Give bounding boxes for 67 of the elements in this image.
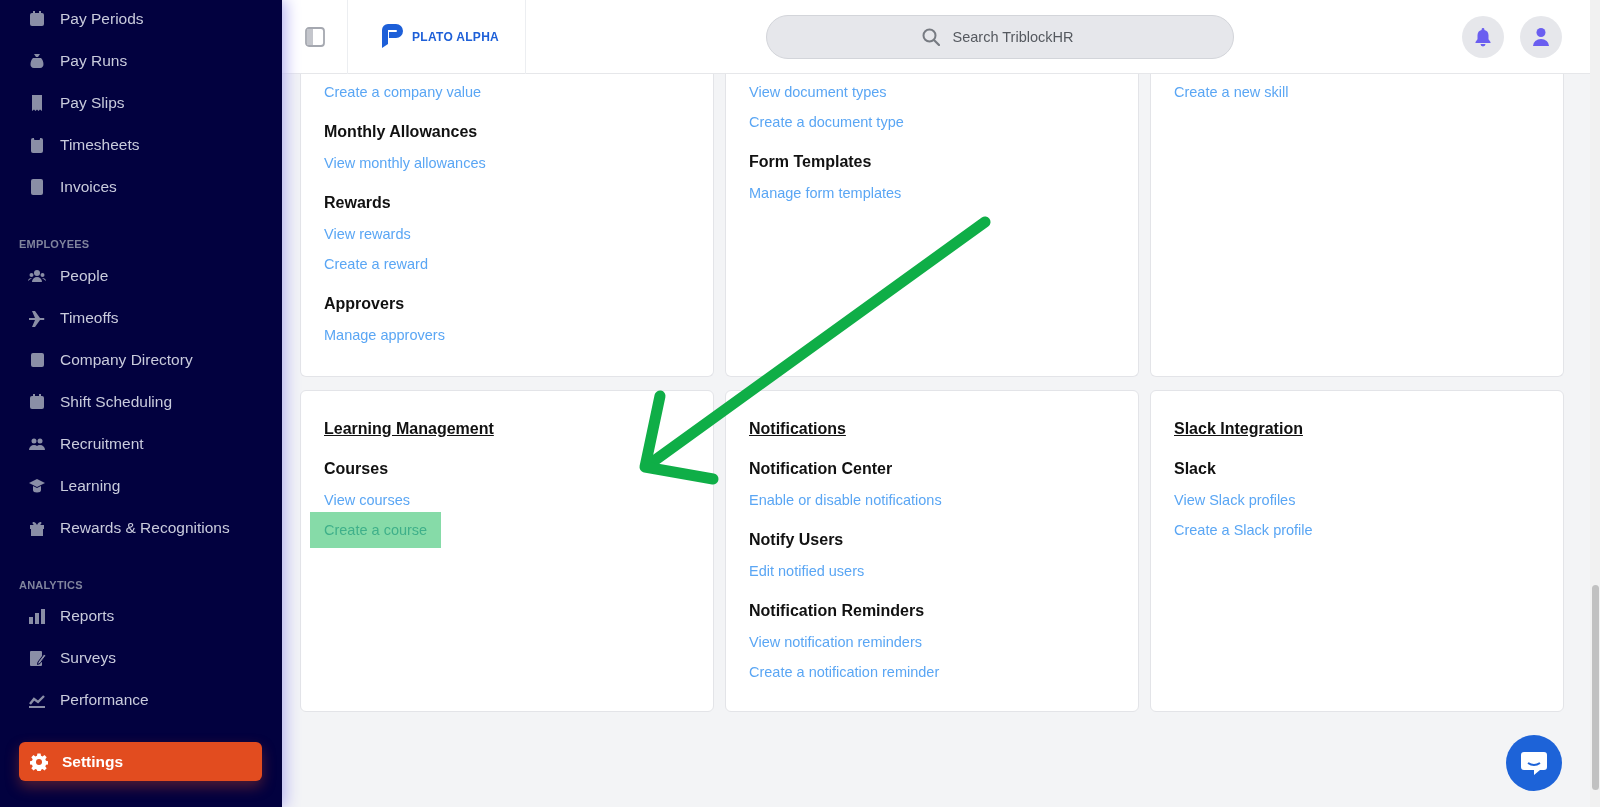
settings-item[interactable]: Settings [19, 742, 262, 781]
chat-icon [1520, 750, 1548, 776]
settings-link[interactable]: Create a notification reminder [749, 657, 940, 687]
settings-link[interactable]: View rewards [324, 219, 411, 249]
card-title: Notifications [749, 419, 846, 439]
sidebar-item[interactable]: Pay Runs [0, 40, 282, 82]
sidebar-item[interactable]: Recruitment [0, 422, 282, 465]
settings-link[interactable]: View Slack profiles [1174, 485, 1296, 515]
section-label: ANALYTICS [18, 577, 84, 593]
section-heading: Slack [1174, 459, 1217, 479]
sidebar-item[interactable]: Pay Periods [0, 0, 282, 40]
calendar-icon [28, 10, 46, 28]
section-label: EMPLOYEES [18, 237, 91, 252]
settings-link[interactable]: Create a Slack profile [1174, 515, 1313, 545]
notifications-button[interactable] [1462, 15, 1504, 58]
graduation-cap-icon [28, 476, 46, 495]
settings-link[interactable]: Manage form templates [749, 178, 902, 208]
bar-chart-icon [28, 607, 46, 625]
search-field[interactable]: Search TriblockHR [766, 14, 1234, 59]
sidebar-item[interactable]: Company Directory [0, 338, 282, 381]
chat-button[interactable] [1506, 735, 1562, 791]
sidebar-item[interactable]: Invoices [0, 166, 282, 208]
user-icon [1532, 26, 1550, 47]
logo-text: PLATO ALPHA [412, 28, 500, 46]
sidebar-item[interactable]: Timesheets [0, 124, 282, 166]
sidebar-item[interactable]: People [0, 254, 282, 297]
settings-link[interactable]: View monthly allowances [324, 148, 486, 178]
section-heading: Notification Center [749, 459, 894, 479]
settings-link[interactable]: Create a document type [749, 107, 904, 137]
settings-link[interactable]: Enable or disable notifications [749, 485, 942, 515]
search-icon [922, 27, 940, 46]
scrollbar[interactable] [1590, 0, 1600, 807]
sidebar-item[interactable]: Timeoffs [0, 296, 282, 339]
section-heading: Notify Users [749, 530, 845, 550]
section-heading: Monthly Allowances [324, 122, 479, 142]
settings-link[interactable]: View courses [324, 485, 410, 515]
user-button[interactable] [1520, 15, 1562, 58]
settings-link[interactable]: Create a company value [324, 77, 482, 107]
pencil-document-icon [28, 649, 46, 667]
bell-icon [1474, 26, 1492, 47]
settings-link[interactable]: Create a new skill [1174, 77, 1289, 107]
sidebar-item[interactable]: Surveys [0, 637, 282, 679]
section-heading: Form Templates [749, 152, 873, 172]
section-heading: Notification Reminders [749, 601, 926, 621]
settings-link[interactable]: Create a reward [324, 249, 428, 279]
section-heading: Rewards [324, 193, 392, 213]
calendar-icon [28, 392, 46, 411]
settings-link[interactable]: View document types [749, 77, 887, 107]
sidebar-item[interactable]: Shift Scheduling [0, 380, 282, 423]
clipboard-icon [28, 136, 46, 154]
settings-link[interactable]: Create a course [310, 512, 442, 548]
sidebar-item[interactable]: Pay Slips [0, 82, 282, 124]
card-title: Learning Management [324, 419, 494, 439]
sidebar-toggle-icon[interactable] [304, 26, 325, 47]
card-title: Slack Integration [1174, 419, 1303, 439]
sidebar-item[interactable]: Learning [0, 464, 282, 507]
sidebar-item[interactable]: Performance [0, 679, 282, 721]
settings-link[interactable]: View notification reminders [749, 627, 922, 657]
money-bag-icon [28, 52, 46, 70]
sidebar-item[interactable]: Rewards & Recognitions [0, 506, 282, 549]
settings-link[interactable]: Manage approvers [324, 320, 445, 350]
section-heading: Courses [324, 459, 390, 479]
settings-link[interactable]: Edit notified users [749, 556, 865, 586]
sidebar-item[interactable]: Reports [0, 595, 282, 637]
plane-icon [28, 308, 46, 327]
settings-icon [30, 752, 48, 771]
section-heading: Approvers [324, 294, 406, 314]
